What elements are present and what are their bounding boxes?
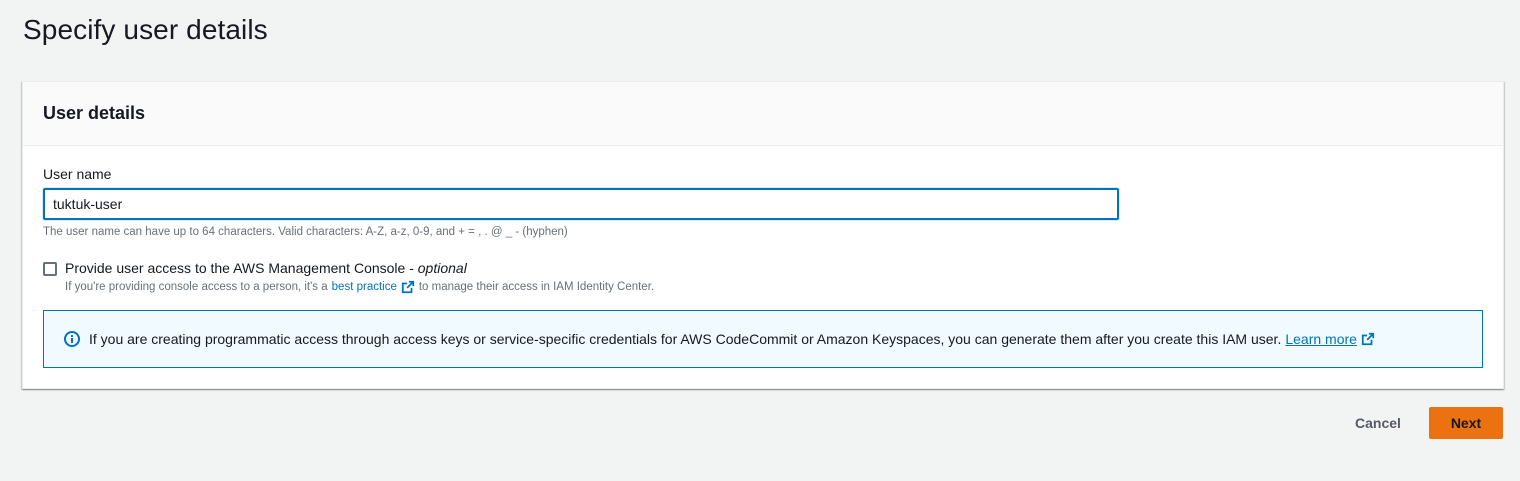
console-access-description: If you're providing console access to a … [65,280,654,294]
user-details-panel: User details User name The user name can… [22,81,1504,389]
best-practice-link[interactable]: best practice [332,281,397,293]
username-label: User name [43,166,112,182]
console-access-label-text: Provide user access to the AWS Managemen… [65,260,418,276]
external-link-icon[interactable] [401,280,415,294]
username-input[interactable] [43,188,1119,220]
panel-header: User details [23,82,1503,146]
console-access-checkbox[interactable] [43,262,57,276]
info-icon [64,331,80,347]
console-access-option: Provide user access to the AWS Managemen… [43,260,654,294]
username-hint: The user name can have up to 64 characte… [43,226,568,238]
info-alert: If you are creating programmatic access … [43,310,1483,368]
console-desc-before: If you're providing console access to a … [65,281,328,293]
next-button[interactable]: Next [1429,407,1503,439]
page-title: Specify user details [23,14,268,45]
info-alert-text: If you are creating programmatic access … [89,331,1282,347]
console-access-label[interactable]: Provide user access to the AWS Managemen… [65,260,654,276]
learn-more-link[interactable]: Learn more [1285,331,1357,347]
optional-tag: optional [417,260,467,276]
console-desc-after: to manage their access in IAM Identity C… [418,281,655,293]
cancel-button[interactable]: Cancel [1336,407,1420,439]
external-link-icon[interactable] [1361,332,1375,346]
panel-heading: User details [43,103,146,123]
